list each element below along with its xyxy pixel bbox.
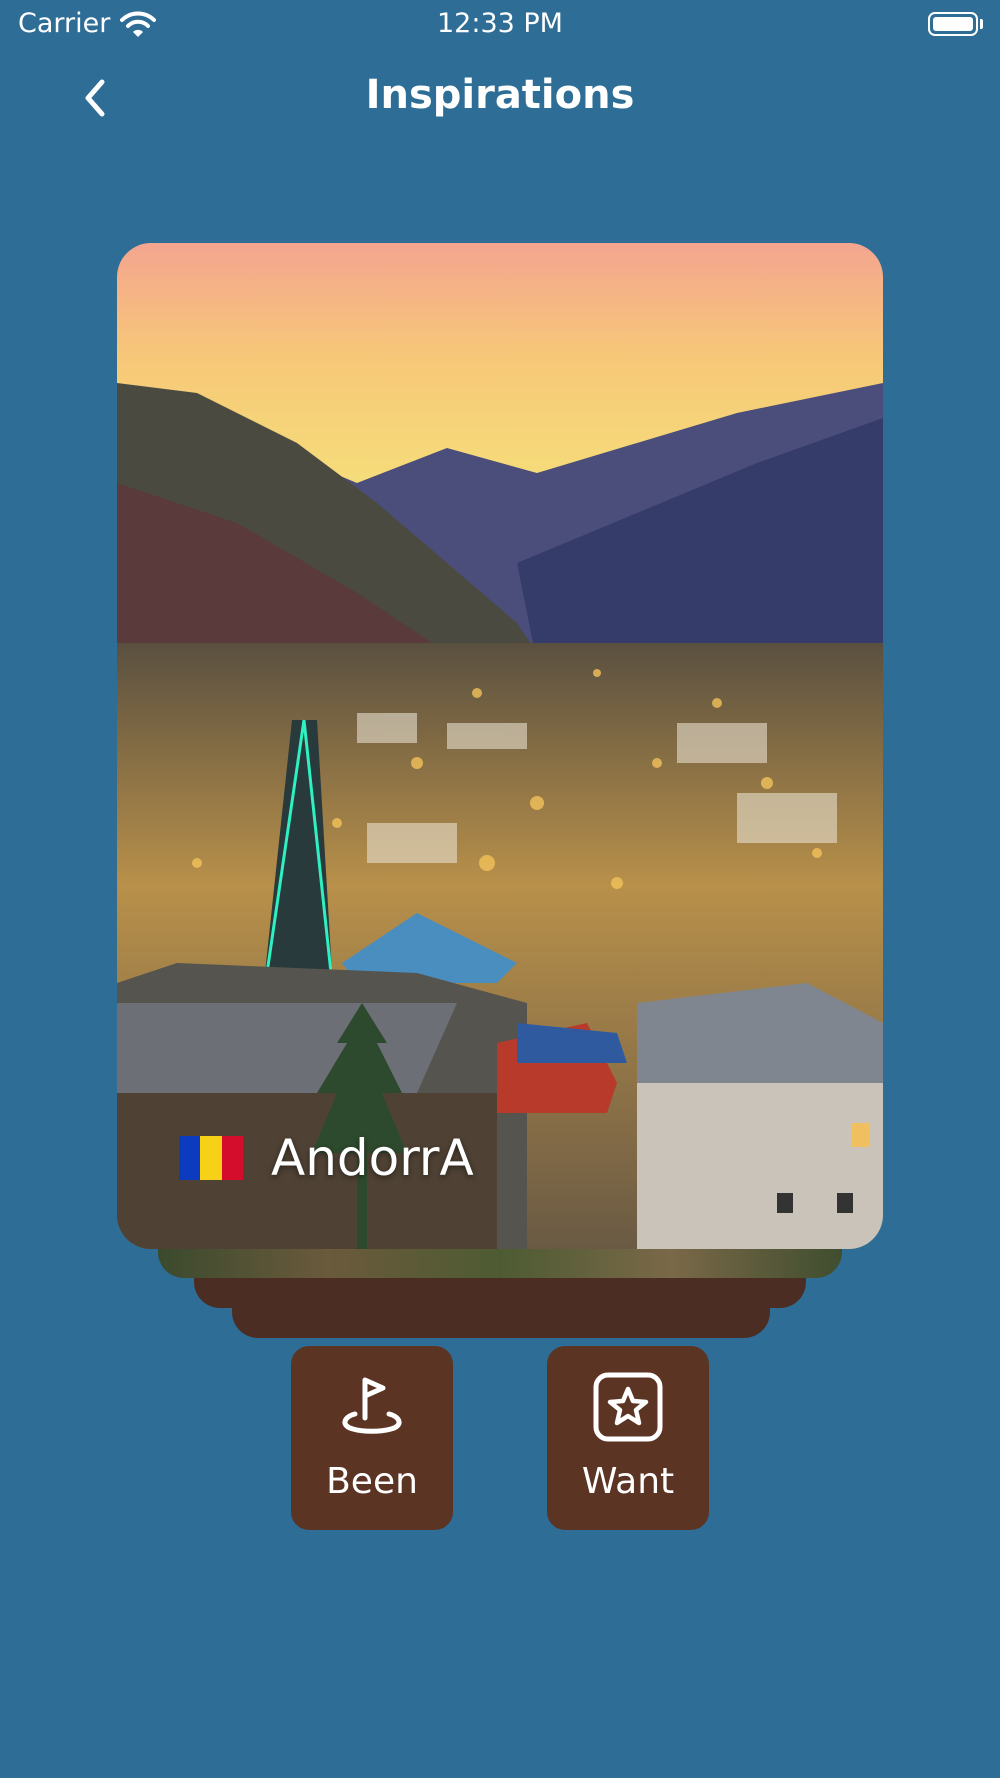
navigation-bar: Inspirations <box>0 60 1000 140</box>
want-button[interactable]: Want <box>547 1346 709 1530</box>
page-title: Inspirations <box>365 72 635 118</box>
country-name: AndorrA <box>271 1129 474 1187</box>
stacked-card-back <box>232 1240 770 1338</box>
battery-icon <box>928 12 978 36</box>
want-label: Want <box>581 1461 675 1502</box>
battery-tip <box>980 19 983 29</box>
flag-stripe-red <box>221 1136 243 1180</box>
destination-photo <box>117 243 883 1249</box>
star-square-icon <box>593 1372 663 1442</box>
andorra-flag-icon <box>179 1136 243 1180</box>
country-label: AndorrA <box>179 1123 474 1193</box>
status-bar: Carrier 12:33 PM <box>0 0 1000 50</box>
been-label: Been <box>326 1461 418 1502</box>
clock: 12:33 PM <box>437 8 563 39</box>
flag-stripe-blue <box>179 1136 201 1180</box>
been-button[interactable]: Been <box>291 1346 453 1530</box>
destination-card[interactable]: AndorrA <box>117 243 883 1249</box>
flag-stripe-yellow <box>200 1136 222 1180</box>
flag-location-icon <box>342 1377 402 1434</box>
